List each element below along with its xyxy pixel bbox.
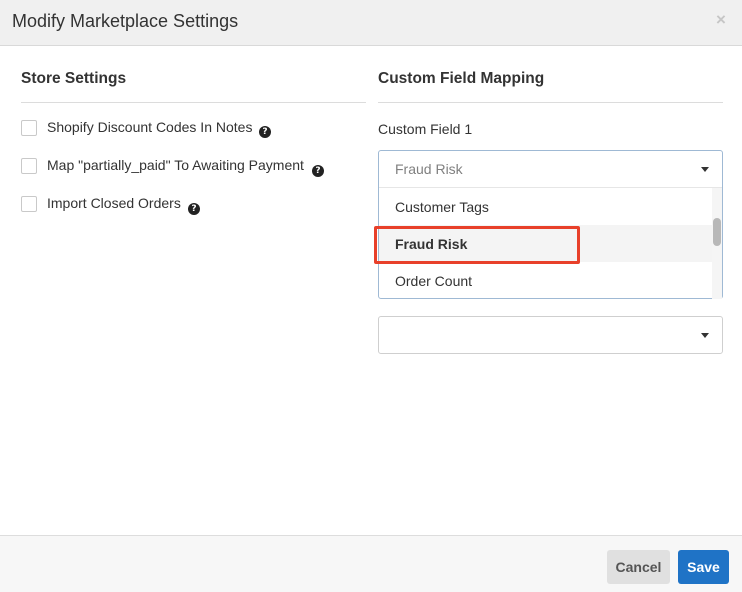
help-icon[interactable]: ? — [312, 165, 324, 177]
caret-down-icon — [701, 167, 709, 172]
help-icon[interactable]: ? — [188, 203, 200, 215]
option-label: Fraud Risk — [395, 236, 468, 252]
custom-field-1-label: Custom Field 1 — [378, 121, 473, 137]
options-scrollbar[interactable] — [712, 188, 722, 299]
select-option-order-count[interactable]: Order Count — [379, 262, 712, 299]
shopify-discount-codes-checkbox[interactable] — [21, 120, 37, 136]
import-closed-orders-checkbox[interactable] — [21, 196, 37, 212]
custom-field-mapping-divider — [378, 102, 723, 103]
option-label: Order Count — [395, 273, 473, 289]
scrollbar-thumb[interactable] — [713, 218, 721, 246]
select-option-fraud-risk[interactable]: Fraud Risk — [379, 225, 712, 262]
custom-field-2-select[interactable] — [378, 316, 723, 354]
shopify-discount-codes-label: Shopify Discount Codes In Notes — [47, 119, 253, 135]
select-option-customer-tags[interactable]: Customer Tags — [379, 188, 712, 225]
modify-marketplace-settings-modal: Modify Marketplace Settings × Store Sett… — [0, 0, 742, 592]
map-partially-paid-label: Map "partially_paid" To Awaiting Payment — [47, 157, 304, 173]
close-icon[interactable]: × — [714, 11, 728, 29]
store-settings-divider — [21, 102, 366, 103]
select-current-value[interactable]: Fraud Risk — [379, 151, 722, 188]
help-icon[interactable]: ? — [259, 126, 271, 138]
select-options-list: Customer Tags Fraud Risk Order Count — [379, 188, 712, 299]
save-button[interactable]: Save — [678, 550, 729, 584]
modal-header: Modify Marketplace Settings × — [0, 0, 742, 46]
option-import-closed-orders: Import Closed Orders — [21, 195, 191, 215]
map-partially-paid-checkbox[interactable] — [21, 158, 37, 174]
custom-field-mapping-title: Custom Field Mapping — [378, 70, 545, 87]
option-shopify-discount-codes: Shopify Discount Codes In Notes — [21, 119, 281, 139]
modal-title: Modify Marketplace Settings — [12, 11, 239, 31]
cancel-button[interactable]: Cancel — [607, 550, 670, 584]
import-closed-orders-label: Import Closed Orders — [47, 195, 181, 211]
store-settings-title: Store Settings — [21, 70, 127, 87]
option-map-partially-paid: Map "partially_paid" To Awaiting Payment — [21, 157, 321, 177]
caret-down-icon — [701, 333, 709, 338]
select-current-text: Fraud Risk — [395, 161, 463, 177]
custom-field-1-select[interactable]: Fraud Risk Customer Tags Fraud Risk Orde… — [378, 150, 723, 299]
option-label: Customer Tags — [395, 199, 489, 215]
modal-footer: Cancel Save — [0, 535, 742, 592]
